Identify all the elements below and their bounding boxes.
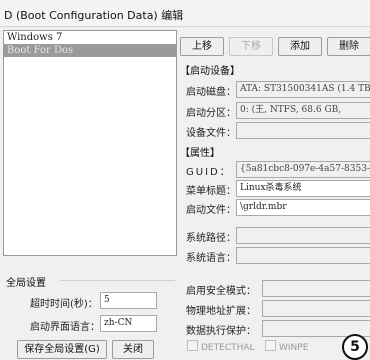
save-global-settings-button[interactable]: 保存全局设置(G) (17, 340, 107, 359)
boot-partition-select[interactable]: 0: (王, NTFS, 68.6 GB, (236, 102, 370, 119)
list-item[interactable]: Boot For Dos (4, 44, 176, 57)
add-button[interactable]: 添加 (278, 37, 322, 56)
boot-disk-value: ATA: ST31500341AS (1.4 TB (240, 84, 370, 94)
window-title: D (Boot Configuration Data) 编辑 (4, 9, 184, 22)
checkbox-box[interactable] (187, 340, 198, 351)
safe-mode-label: 启用安全模式： (186, 286, 256, 297)
boot-file-field[interactable]: \grldr.mbr (236, 199, 370, 216)
pae-label: 物理地址扩展： (186, 306, 256, 317)
checkbox-box[interactable] (265, 340, 276, 351)
dep-label: 数据执行保护： (186, 326, 256, 337)
boot-disk-select[interactable]: ATA: ST31500341AS (1.4 TB (236, 81, 370, 98)
device-file-field[interactable] (236, 122, 370, 139)
move-up-button[interactable]: 上移 (180, 37, 224, 56)
system-language-field[interactable] (236, 247, 370, 264)
title-bar: D (Boot Configuration Data) 编辑 (0, 0, 370, 27)
timeout-input[interactable]: 5 (100, 292, 157, 309)
delete-button[interactable]: 删除 (327, 37, 370, 56)
menu-title-label: 菜单标题： (186, 186, 236, 197)
properties-section-title: 【属性】 (180, 148, 220, 159)
menu-title-field[interactable]: Linux杀毒系统 (236, 180, 370, 197)
detecthal-label: DETECTHAL (201, 343, 255, 353)
boot-entry-list[interactable]: Windows 7 Boot For Dos (3, 30, 177, 256)
boot-ui-language-input[interactable]: zh-CN (100, 315, 157, 332)
guid-field[interactable]: {5a81cbc8-097e-4a57-8353-c (236, 161, 370, 178)
winpe-checkbox[interactable]: WINPE (265, 340, 308, 354)
global-settings-divider (60, 280, 175, 281)
boot-ui-language-label: 启动界面语言： (30, 322, 100, 333)
bcd-editor-window: D (Boot Configuration Data) 编辑 Windows 7… (0, 0, 370, 360)
boot-device-section-title: 【启动设备】 (180, 66, 240, 77)
boot-partition-value: 0: (王, NTFS, 68.6 GB, (240, 105, 342, 115)
guid-label: GUID： (186, 167, 232, 178)
device-file-label: 设备文件： (186, 128, 236, 139)
system-path-field[interactable] (236, 227, 370, 244)
pae-select[interactable] (262, 300, 370, 317)
close-button[interactable]: 关闭 (112, 340, 154, 359)
safe-mode-select[interactable] (262, 280, 370, 297)
timeout-label: 超时时间(秒)： (30, 299, 98, 310)
boot-partition-label: 启动分区： (186, 108, 236, 119)
list-item[interactable]: Windows 7 (4, 31, 176, 44)
detecthal-checkbox[interactable]: DETECTHAL (187, 340, 255, 354)
global-settings-section-title: 全局设置 (6, 278, 46, 289)
move-down-button[interactable]: 下移 (229, 37, 273, 56)
system-language-label: 系统语言： (186, 253, 236, 264)
boot-file-label: 启动文件： (186, 205, 236, 216)
system-path-label: 系统路径： (186, 233, 236, 244)
boot-disk-label: 启动磁盘： (186, 87, 236, 98)
winpe-label: WINPE (279, 343, 309, 353)
step-number-badge: 5 (342, 334, 368, 360)
